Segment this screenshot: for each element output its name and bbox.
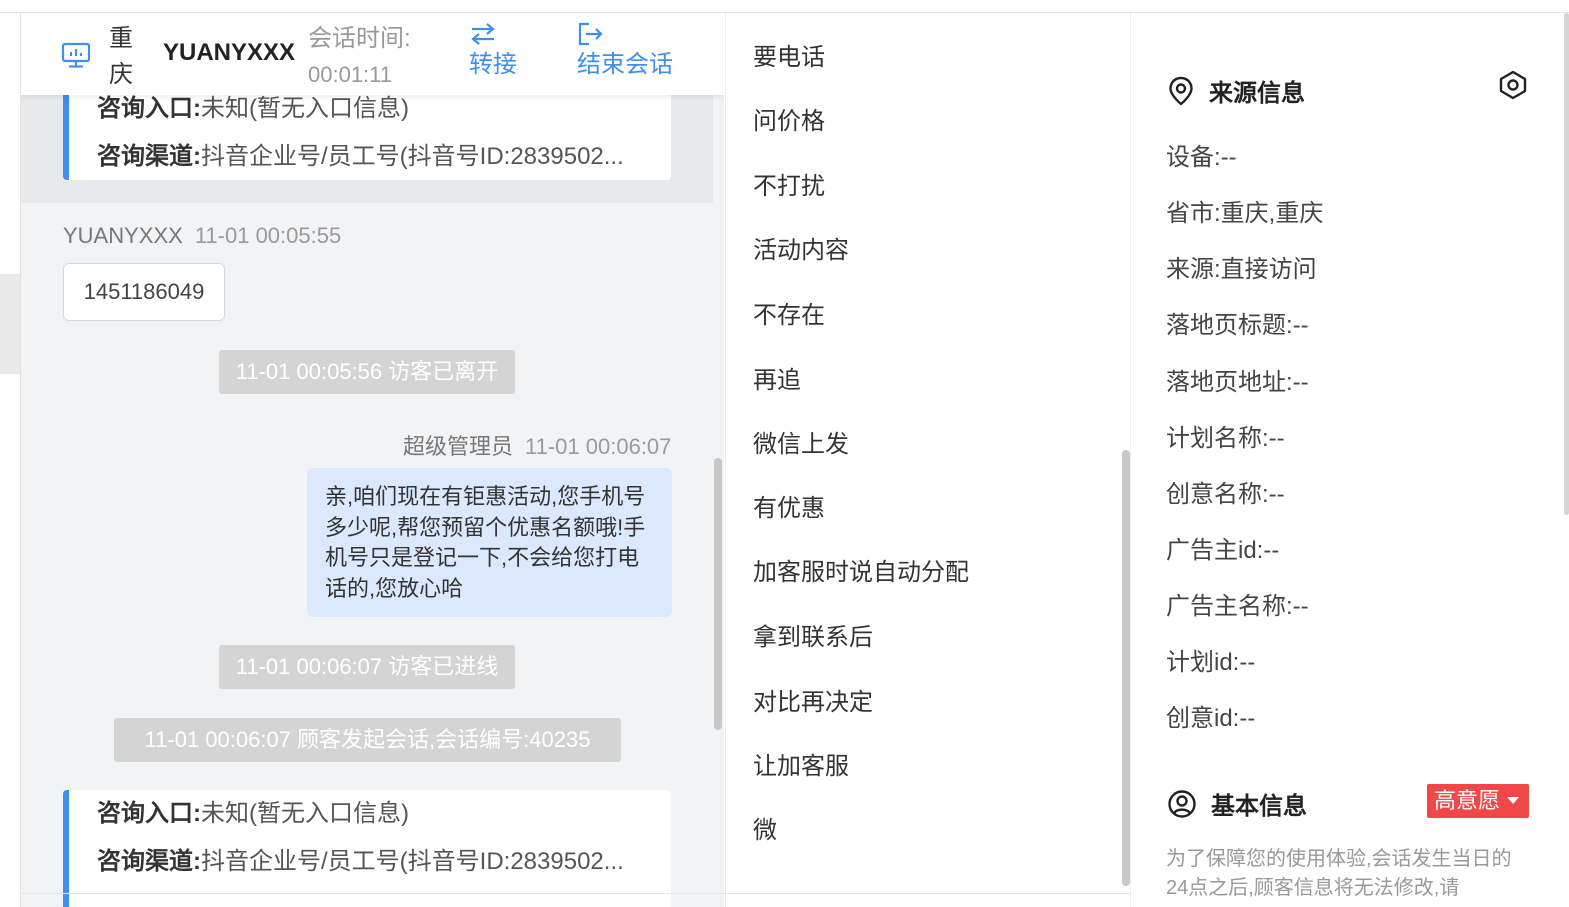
- system-notice-left: 11-01 00:05:56 访客已离开: [219, 350, 515, 394]
- consult-channel-row: 咨询渠道:抖音企业号/员工号(抖音号ID:2839502...: [97, 133, 667, 181]
- consult-info-card-bottom: 咨询入口:未知(暂无入口信息) 咨询渠道:抖音企业号/员工号(抖音号ID:283…: [63, 790, 671, 907]
- quick-reply-item[interactable]: 有优惠: [753, 488, 825, 523]
- end-session-label: 结束会话: [577, 51, 673, 78]
- consult-channel-label: 咨询渠道:: [97, 848, 201, 875]
- agent-msg-sender: 超级管理员: [403, 434, 514, 459]
- intent-level-label: 高意愿: [1434, 788, 1501, 813]
- consult-channel-row: 咨询渠道:抖音企业号/员工号(抖音号ID:2839502...: [97, 838, 667, 886]
- location-pin-icon: [1169, 76, 1193, 106]
- source-field-plan-name: 计划名称:--: [1166, 425, 1285, 452]
- quick-reply-item[interactable]: 对比再决定: [753, 682, 873, 717]
- consult-entry-row: 咨询入口:未知(暂无入口信息): [97, 790, 667, 838]
- consult-info-card: 咨询入口:未知(暂无入口信息) 咨询渠道:抖音企业号/员工号(抖音号ID:283…: [63, 85, 671, 180]
- end-session-button[interactable]: 结束会话: [577, 21, 673, 81]
- basic-info-title: 基本信息: [1211, 793, 1307, 820]
- quick-reply-item[interactable]: 再追: [753, 360, 801, 395]
- customer-info-panel: 来源信息 设备:-- 省市:重庆,重庆 来源:直接访问 落地页标题:-- 落地页…: [1131, 13, 1569, 907]
- visitor-city: 重庆: [109, 25, 133, 88]
- transfer-label: 转接: [469, 51, 517, 78]
- quick-reply-item[interactable]: 微信上发: [753, 424, 849, 459]
- quick-reply-item[interactable]: 不存在: [753, 295, 825, 330]
- chat-panel: 咨询入口:未知(暂无入口信息) 咨询渠道:抖音企业号/员工号(抖音号ID:283…: [20, 13, 724, 907]
- consult-entry-label: 咨询入口:: [97, 800, 201, 827]
- visitor-msg-sender: YUANYXXX: [63, 223, 183, 248]
- source-field-creative-id: 创意id:--: [1166, 705, 1256, 732]
- visitor-name: YUANYXXX: [163, 39, 296, 66]
- source-field-province: 省市:重庆,重庆: [1166, 200, 1324, 227]
- info-panel-scrollbar[interactable]: [1564, 13, 1569, 515]
- agent-msg-time: 11-01 00:06:07: [525, 434, 672, 459]
- monitor-icon: [61, 42, 91, 68]
- left-collapse-handle[interactable]: [0, 274, 20, 374]
- chat-header: 重庆 YUANYXXX 会话时间: 00:01:11 转接 结束会话: [21, 13, 724, 95]
- bottom-divider: [20, 893, 1130, 894]
- transfer-icon: [471, 23, 495, 45]
- quick-reply-item[interactable]: 问价格: [753, 101, 825, 136]
- source-field-origin: 来源:直接访问: [1166, 256, 1317, 283]
- transfer-button[interactable]: 转接: [469, 21, 517, 81]
- source-field-landing-title: 落地页标题:--: [1166, 312, 1309, 339]
- consult-entry-label: 咨询入口:: [97, 95, 201, 122]
- edit-lock-notice: 为了保障您的使用体验,会话发生当日的24点之后,顾客信息将无法修改,请: [1166, 848, 1512, 899]
- visitor-message-bubble[interactable]: 1451186049: [63, 263, 225, 321]
- source-info-header: 来源信息: [1167, 73, 1305, 108]
- consult-channel-value: 抖音企业号/员工号(抖音号ID:2839502...: [201, 143, 624, 170]
- consult-channel-value: 抖音企业号/员工号(抖音号ID:2839502...: [201, 848, 624, 875]
- session-time-value: 00:01:11: [308, 62, 393, 87]
- app-root: 咨询入口:未知(暂无入口信息) 咨询渠道:抖音企业号/员工号(抖音号ID:283…: [0, 0, 1569, 907]
- source-field-advertiser-name: 广告主名称:--: [1166, 593, 1309, 620]
- consult-entry-value: 未知(暂无入口信息): [201, 95, 409, 122]
- visibility-toggle-icon[interactable]: [1497, 69, 1529, 101]
- intent-level-dropdown[interactable]: 高意愿: [1427, 784, 1529, 818]
- visitor-msg-meta: YUANYXXX 11-01 00:05:55: [63, 223, 341, 249]
- source-info-title: 来源信息: [1209, 80, 1305, 107]
- basic-info-header: 基本信息: [1167, 786, 1307, 821]
- source-field-landing-url: 落地页地址:--: [1166, 369, 1309, 396]
- source-field-plan-id: 计划id:--: [1166, 649, 1256, 676]
- chat-message-list[interactable]: 咨询入口:未知(暂无入口信息) 咨询渠道:抖音企业号/员工号(抖音号ID:283…: [21, 13, 724, 907]
- caret-down-icon: [1507, 797, 1519, 804]
- consult-entry-value: 未知(暂无入口信息): [201, 800, 409, 827]
- visitor-msg-time: 11-01 00:05:55: [194, 223, 342, 248]
- agent-message-bubble[interactable]: 亲,咱们现在有钜惠活动,您手机号多少呢,帮您预留个优惠名额哦!手机号只是登记一下…: [307, 468, 672, 617]
- source-field-creative-name: 创意名称:--: [1166, 481, 1285, 508]
- chat-scrollbar[interactable]: [714, 458, 722, 730]
- agent-msg-meta: 超级管理员 11-01 00:06:07: [403, 429, 671, 461]
- quick-reply-scrollbar[interactable]: [1122, 450, 1130, 886]
- user-circle-icon: [1168, 789, 1196, 818]
- system-notice-online: 11-01 00:06:07 访客已进线: [219, 645, 515, 689]
- quick-reply-item[interactable]: 拿到联系后: [753, 617, 873, 652]
- exit-icon: [578, 22, 603, 46]
- quick-reply-item[interactable]: 让加客服: [753, 746, 849, 781]
- system-notice-session-start: 11-01 00:06:07 顾客发起会话,会话编号:40235: [114, 718, 621, 762]
- quick-reply-item[interactable]: 微: [753, 810, 777, 845]
- source-field-device: 设备:--: [1166, 144, 1237, 171]
- quick-reply-item[interactable]: 不打扰: [753, 166, 825, 201]
- consult-channel-label: 咨询渠道:: [97, 143, 201, 170]
- quick-reply-panel: 要电话 问价格 不打扰 活动内容 不存在 再追 微信上发 有优惠 加客服时说自动…: [725, 13, 1131, 907]
- quick-reply-item[interactable]: 活动内容: [753, 230, 849, 265]
- quick-reply-item[interactable]: 加客服时说自动分配: [753, 552, 969, 587]
- session-time-label: 会话时间:: [308, 25, 411, 52]
- source-field-advertiser-id: 广告主id:--: [1166, 537, 1280, 564]
- quick-reply-item[interactable]: 要电话: [753, 37, 825, 72]
